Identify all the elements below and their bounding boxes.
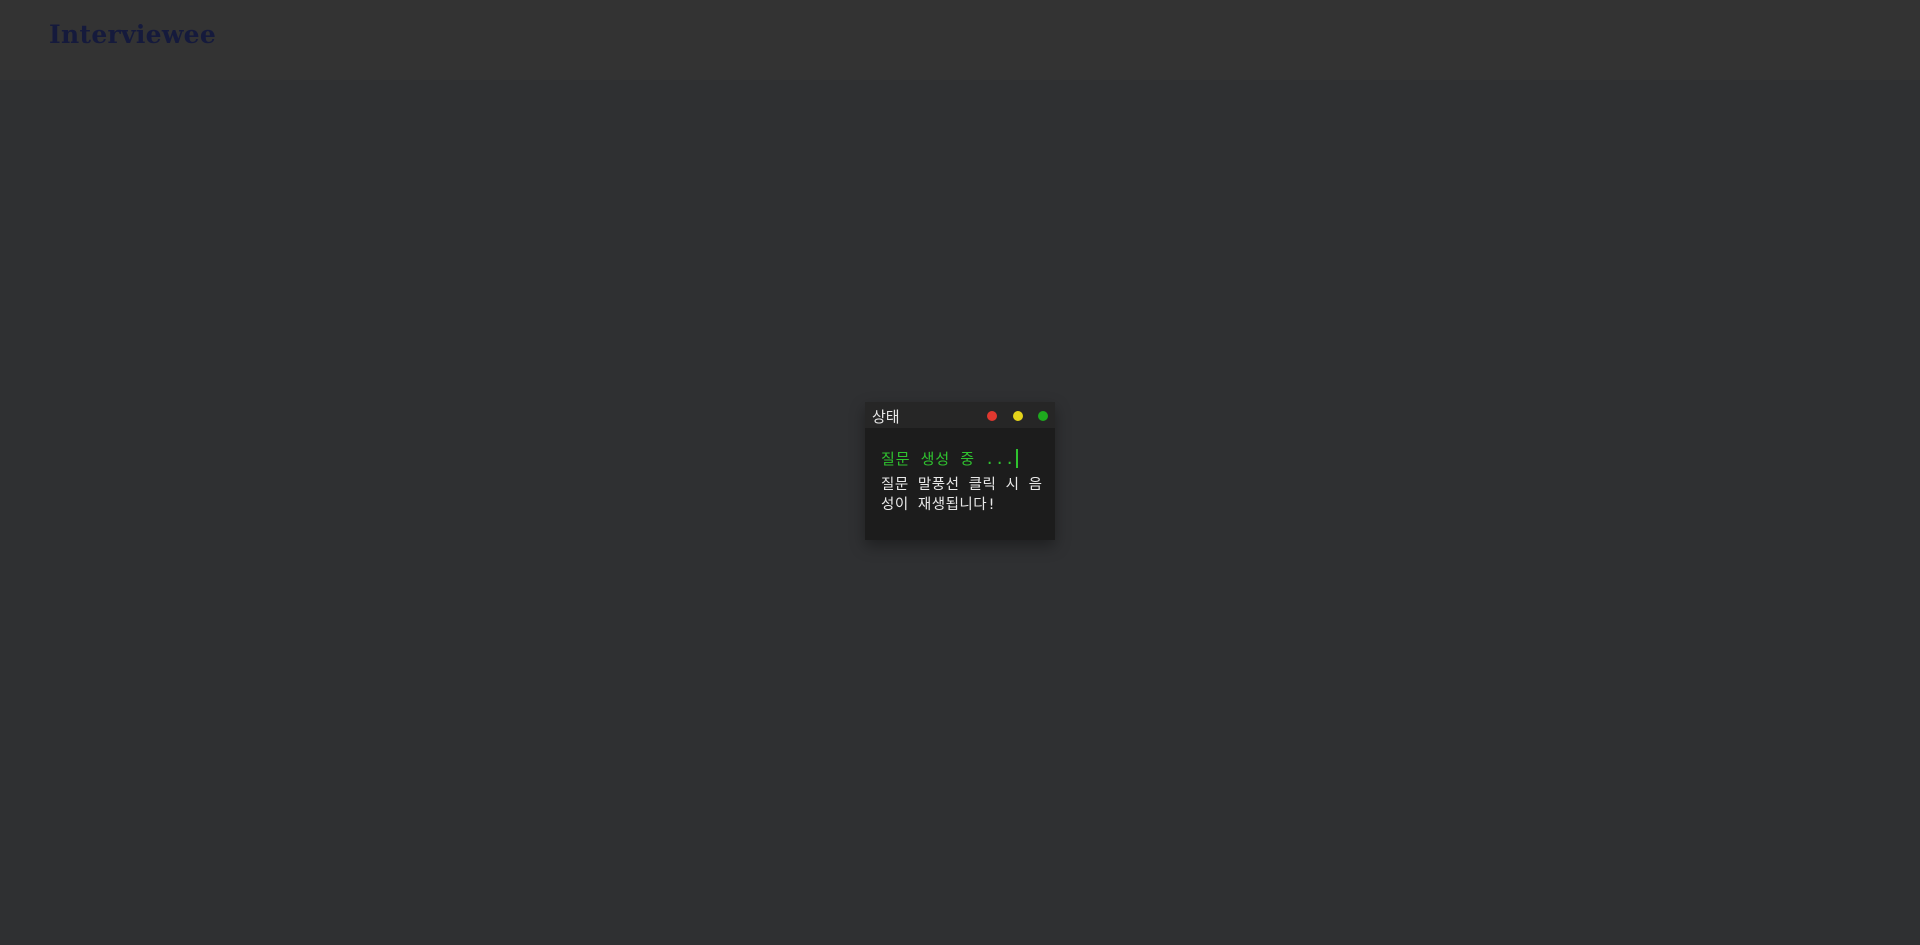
app-logo[interactable]: Interviewee [49,20,216,49]
top-header: Interviewee [0,0,1920,80]
status-window: 상태 질문 생성 중 ... 질문 말풍선 클릭 시 음성이 재생됩니다! [865,402,1055,540]
status-line: 질문 생성 중 ... [881,448,1046,469]
minimize-dot-icon[interactable] [1013,411,1023,421]
window-titlebar[interactable]: 상태 [865,402,1055,428]
window-title: 상태 [872,408,900,426]
text-cursor-icon [1016,449,1019,468]
status-text: 질문 생성 중 ... [881,450,1016,468]
terminal-body: 질문 생성 중 ... 질문 말풍선 클릭 시 음성이 재생됩니다! [881,448,1046,515]
hint-text: 질문 말풍선 클릭 시 음성이 재생됩니다! [881,477,1043,513]
maximize-dot-icon[interactable] [1038,411,1048,421]
close-dot-icon[interactable] [987,411,997,421]
